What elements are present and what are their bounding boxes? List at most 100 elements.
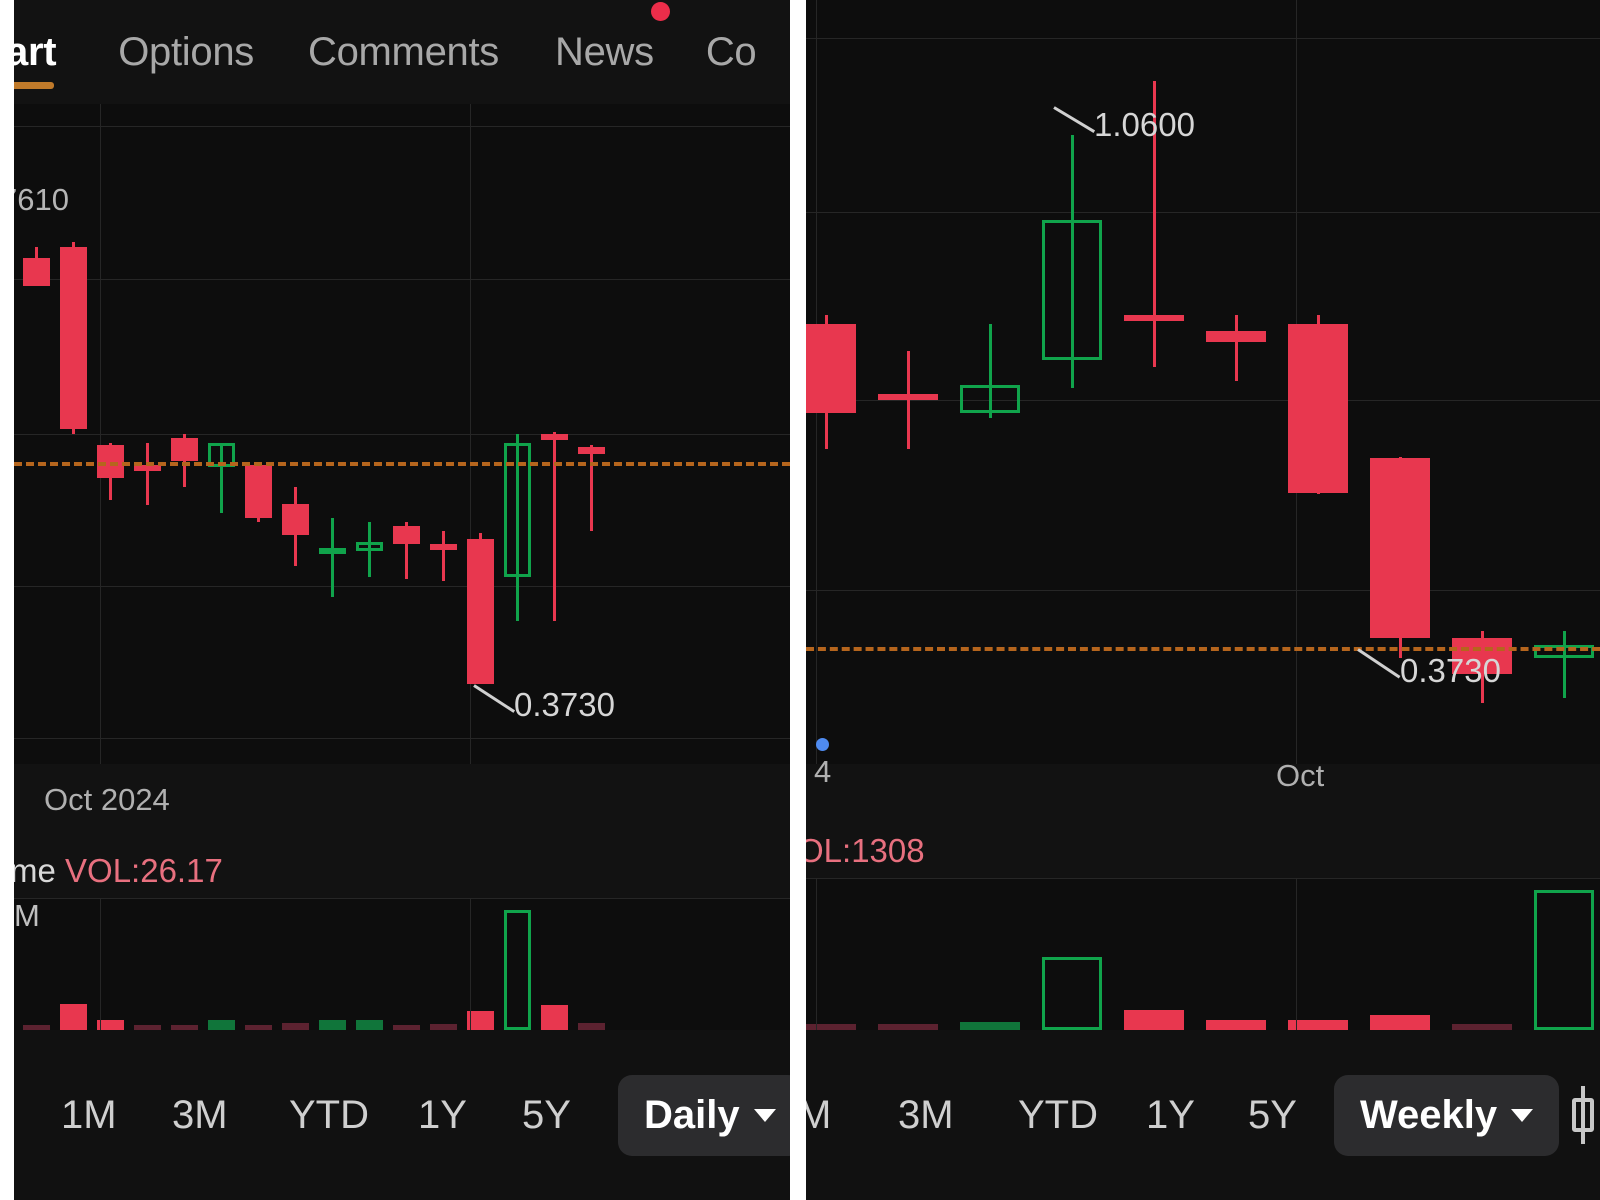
- candle-body: [466, 538, 494, 684]
- tab-news[interactable]: News: [554, 1, 670, 75]
- current-price-dashed-line: [806, 647, 1600, 652]
- volume-bar: [1288, 1020, 1348, 1030]
- candlestick: [244, 104, 272, 764]
- tab-news-label: News: [554, 29, 654, 74]
- right-price-plot[interactable]: 1.0600 0.3730: [806, 0, 1600, 764]
- candle-wick: [145, 442, 149, 506]
- candlestick: [429, 104, 457, 764]
- left-chart-panel: art Options Comments News Co 76100.3730 …: [14, 0, 790, 1200]
- volume-bar: [318, 1020, 346, 1030]
- candlestick: [207, 104, 235, 764]
- candlestick: [96, 104, 124, 764]
- candle-body: [1124, 314, 1184, 321]
- candle-body: [1288, 323, 1348, 493]
- range-button-m[interactable]: M: [806, 1093, 831, 1138]
- left-volume-word: me: [14, 852, 56, 889]
- tab-options[interactable]: Options: [118, 30, 254, 75]
- range-button-3m[interactable]: 3M: [898, 1093, 954, 1138]
- volume-bar: [960, 1021, 1020, 1030]
- left-volume-axis-label: M: [14, 898, 40, 933]
- candlestick: [170, 104, 198, 764]
- interval-dropdown-button[interactable]: Weekly: [1334, 1074, 1560, 1156]
- candlestick: [503, 104, 531, 764]
- candlestick: [133, 104, 161, 764]
- candle-body: [1370, 458, 1430, 639]
- candle-wick: [441, 530, 445, 582]
- left-price-plot[interactable]: 7610 0.3730: [14, 104, 790, 764]
- candle-body: [244, 464, 272, 518]
- candlestick: [318, 104, 346, 764]
- grid-line-vertical: [1296, 878, 1297, 1030]
- range-button-1m[interactable]: 1M: [61, 1093, 117, 1138]
- volume-bar: [1534, 890, 1594, 1030]
- tab-community-label: Co: [705, 29, 757, 74]
- range-button-ytd[interactable]: YTD: [1018, 1093, 1098, 1138]
- volume-bar: [355, 1020, 383, 1030]
- panel-divider: [790, 0, 806, 1200]
- right-x-partial-label: 4: [814, 754, 832, 789]
- candlestick: [392, 104, 420, 764]
- tab-comments-label: Comments: [308, 29, 499, 74]
- chevron-down-icon: [1511, 1108, 1534, 1122]
- candlestick: [577, 104, 605, 764]
- tab-chart-label: art: [14, 29, 57, 74]
- volume-bar: [577, 1022, 605, 1030]
- candle-wick: [906, 350, 910, 450]
- range-button-5y[interactable]: 5Y: [522, 1093, 571, 1138]
- price-annotation-label: 1.0600: [1094, 106, 1195, 143]
- right-bottom-toolbar: M 3M YTD 1Y 5Y Weekly: [806, 1030, 1600, 1200]
- candle-body: [1206, 330, 1266, 342]
- right-x-tick-label: Oct: [1276, 758, 1325, 793]
- volume-bar: [503, 910, 531, 1030]
- volume-top-gridline: [14, 898, 790, 899]
- volume-bar: [1042, 957, 1102, 1030]
- left-x-tick-label: Oct 2024: [44, 782, 170, 817]
- left-bottom-toolbar: 1M 3M YTD 1Y 5Y Daily: [14, 1030, 790, 1200]
- tab-chart[interactable]: art: [14, 29, 57, 89]
- candlestick: [466, 104, 494, 764]
- range-button-ytd[interactable]: YTD: [289, 1093, 369, 1138]
- range-button-5y[interactable]: 5Y: [1248, 1093, 1297, 1138]
- tab-options-label: Options: [118, 29, 254, 74]
- screenshot-root: art Options Comments News Co 76100.3730 …: [0, 0, 1600, 1200]
- range-button-1y[interactable]: 1Y: [1146, 1093, 1195, 1138]
- right-chart-panel: 1.0600 0.3730 4 Oct OL:1308 M 3M YTD 1Y 5Y Wee…: [806, 0, 1600, 1200]
- candle-wick: [1234, 314, 1238, 382]
- tab-active-underline: [14, 81, 55, 89]
- candle-wick: [552, 431, 556, 621]
- candle-wick: [330, 517, 334, 597]
- tab-comments[interactable]: Comments: [308, 30, 499, 75]
- volume-bar: [540, 1004, 568, 1030]
- right-volume-plot[interactable]: [806, 878, 1600, 1030]
- right-volume-value: OL:1308: [806, 832, 925, 869]
- grid-line-vertical: [470, 898, 471, 1030]
- candle-body: [355, 541, 383, 551]
- candlestick: [540, 104, 568, 764]
- grid-line-vertical: [100, 898, 101, 1030]
- price-annotation-label: 0.3730: [1400, 652, 1501, 689]
- candle-body: [59, 247, 87, 429]
- candle-wick: [1562, 630, 1566, 699]
- y-axis-tick-label: 7610: [14, 182, 69, 217]
- left-volume-header: me VOL:26.17: [14, 852, 223, 890]
- candle-body: [540, 434, 568, 440]
- candle-body: [878, 393, 938, 400]
- notification-dot-icon: [650, 1, 670, 21]
- range-button-3m[interactable]: 3M: [172, 1093, 228, 1138]
- candle-body: [392, 526, 420, 544]
- tab-community[interactable]: Co: [706, 30, 757, 75]
- candle-body: [1042, 220, 1102, 360]
- left-volume-value: VOL:26.17: [65, 852, 223, 889]
- volume-bar: [207, 1020, 235, 1030]
- grid-line-vertical: [816, 878, 817, 1030]
- left-volume-plot[interactable]: [14, 898, 790, 1030]
- volume-bar: [59, 1003, 87, 1030]
- candlestick: [355, 104, 383, 764]
- candle-body: [806, 323, 856, 414]
- volume-top-gridline: [806, 878, 1600, 879]
- right-volume-header: OL:1308: [806, 832, 925, 870]
- interval-dropdown-button[interactable]: Daily: [618, 1074, 790, 1156]
- range-button-1y[interactable]: 1Y: [418, 1093, 467, 1138]
- candlestick-chart-type-icon[interactable]: [1568, 1086, 1598, 1144]
- candle-body: [577, 447, 605, 454]
